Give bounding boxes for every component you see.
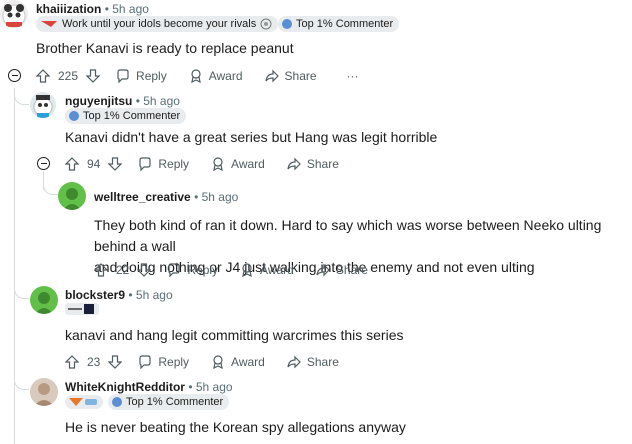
comment-body-line: They both kind of ran it down. Hard to s… — [94, 217, 602, 254]
timestamp: • 5h ago — [135, 94, 180, 108]
thread-branch — [14, 282, 29, 299]
award-icon — [190, 69, 201, 83]
top-commenter-icon — [282, 19, 292, 29]
vote-count: 22 — [116, 263, 130, 277]
timestamp: • 5h ago — [194, 190, 239, 204]
comment-author[interactable]: khaiiization • 5h ago — [36, 2, 149, 16]
comment-body: kanavi and hang legit committing warcrim… — [65, 327, 404, 343]
comment-actions: 23 Reply Award Share — [65, 352, 361, 372]
reply-icon — [117, 69, 129, 83]
username[interactable]: WhiteKnightRedditor — [65, 380, 185, 394]
award-button[interactable]: Award — [211, 157, 265, 171]
reply-button[interactable]: Reply — [138, 157, 189, 171]
more-options-button[interactable]: ··· — [347, 69, 359, 83]
avatar[interactable] — [0, 0, 28, 28]
comment-author[interactable]: WhiteKnightRedditor • 5h ago — [65, 380, 233, 394]
reply-button[interactable]: Reply — [167, 263, 218, 277]
vote-count: 94 — [87, 157, 101, 171]
award-icon — [213, 157, 223, 171]
share-icon — [316, 263, 330, 277]
downvote-icon[interactable] — [108, 157, 123, 171]
avatar[interactable] — [30, 92, 56, 118]
award-icon — [242, 263, 252, 277]
comment-actions: 94 Reply Award Share — [65, 154, 361, 174]
collapse-thread-button[interactable] — [8, 69, 21, 82]
share-button[interactable]: Share — [264, 69, 317, 83]
user-flair: Work until your idols become your rivals — [36, 16, 279, 32]
top-commenter-flair: Top 1% Commenter — [278, 16, 400, 32]
upvote-icon[interactable] — [65, 355, 79, 369]
vote-count: 23 — [87, 355, 101, 369]
downvote-icon[interactable] — [86, 69, 101, 83]
username[interactable]: blockster9 — [65, 288, 125, 302]
downvote-icon[interactable] — [137, 263, 152, 277]
share-button[interactable]: Share — [287, 157, 339, 171]
comment-body: He is never beating the Korean spy alleg… — [65, 419, 406, 435]
timestamp: • 5h ago — [188, 380, 233, 394]
comment-author[interactable]: nguyenjitsu • 5h ago — [65, 94, 180, 108]
comment-actions: 22 Reply Award Share — [94, 260, 390, 280]
username[interactable]: khaiiization — [36, 2, 101, 16]
upvote-icon[interactable] — [36, 69, 50, 83]
avatar[interactable] — [30, 286, 58, 314]
team-flair — [65, 395, 103, 409]
user-flair-image — [65, 303, 99, 315]
reply-button[interactable]: Reply — [138, 355, 189, 369]
reply-icon — [139, 157, 151, 171]
emblem-icon — [260, 18, 272, 30]
timestamp: • 5h ago — [104, 2, 149, 16]
avatar[interactable] — [30, 378, 58, 406]
award-icon — [213, 355, 223, 369]
timestamp: • 5h ago — [128, 288, 173, 302]
top-commenter-flair: Top 1% Commenter — [108, 394, 230, 410]
username[interactable]: nguyenjitsu — [65, 94, 132, 108]
comment-actions: 225 Reply Award Share ··· — [36, 66, 381, 86]
brand-icon — [41, 21, 57, 27]
share-icon — [287, 355, 301, 369]
upvote-icon[interactable] — [94, 263, 108, 277]
reply-icon — [168, 263, 180, 277]
share-button[interactable]: Share — [316, 263, 368, 277]
top-commenter-icon — [69, 111, 79, 121]
thread-branch — [14, 88, 29, 105]
award-button[interactable]: Award — [211, 355, 265, 369]
comment-body: Brother Kanavi is ready to replace peanu… — [36, 40, 294, 56]
reply-button[interactable]: Reply — [116, 69, 167, 83]
collapse-thread-button[interactable] — [37, 157, 50, 170]
avatar[interactable] — [58, 182, 86, 210]
reply-icon — [139, 355, 151, 369]
award-button[interactable]: Award — [189, 69, 243, 83]
award-button[interactable]: Award — [240, 263, 294, 277]
upvote-icon[interactable] — [65, 157, 79, 171]
comment-author[interactable]: blockster9 • 5h ago — [65, 288, 173, 302]
thread-branch — [43, 178, 58, 195]
team-logo-icon — [69, 398, 83, 406]
share-icon — [287, 157, 301, 171]
vote-count: 225 — [58, 69, 79, 83]
thread-branch — [14, 373, 29, 390]
downvote-icon[interactable] — [108, 355, 123, 369]
share-button[interactable]: Share — [287, 355, 339, 369]
thread-line — [14, 88, 15, 444]
comment-body: Kanavi didn't have a great series but Ha… — [65, 129, 438, 145]
share-icon — [264, 69, 279, 83]
comment-author[interactable]: welltree_creative • 5h ago — [94, 190, 238, 204]
top-commenter-icon — [112, 397, 122, 407]
username[interactable]: welltree_creative — [94, 190, 191, 204]
top-commenter-flair: Top 1% Commenter — [65, 108, 187, 124]
